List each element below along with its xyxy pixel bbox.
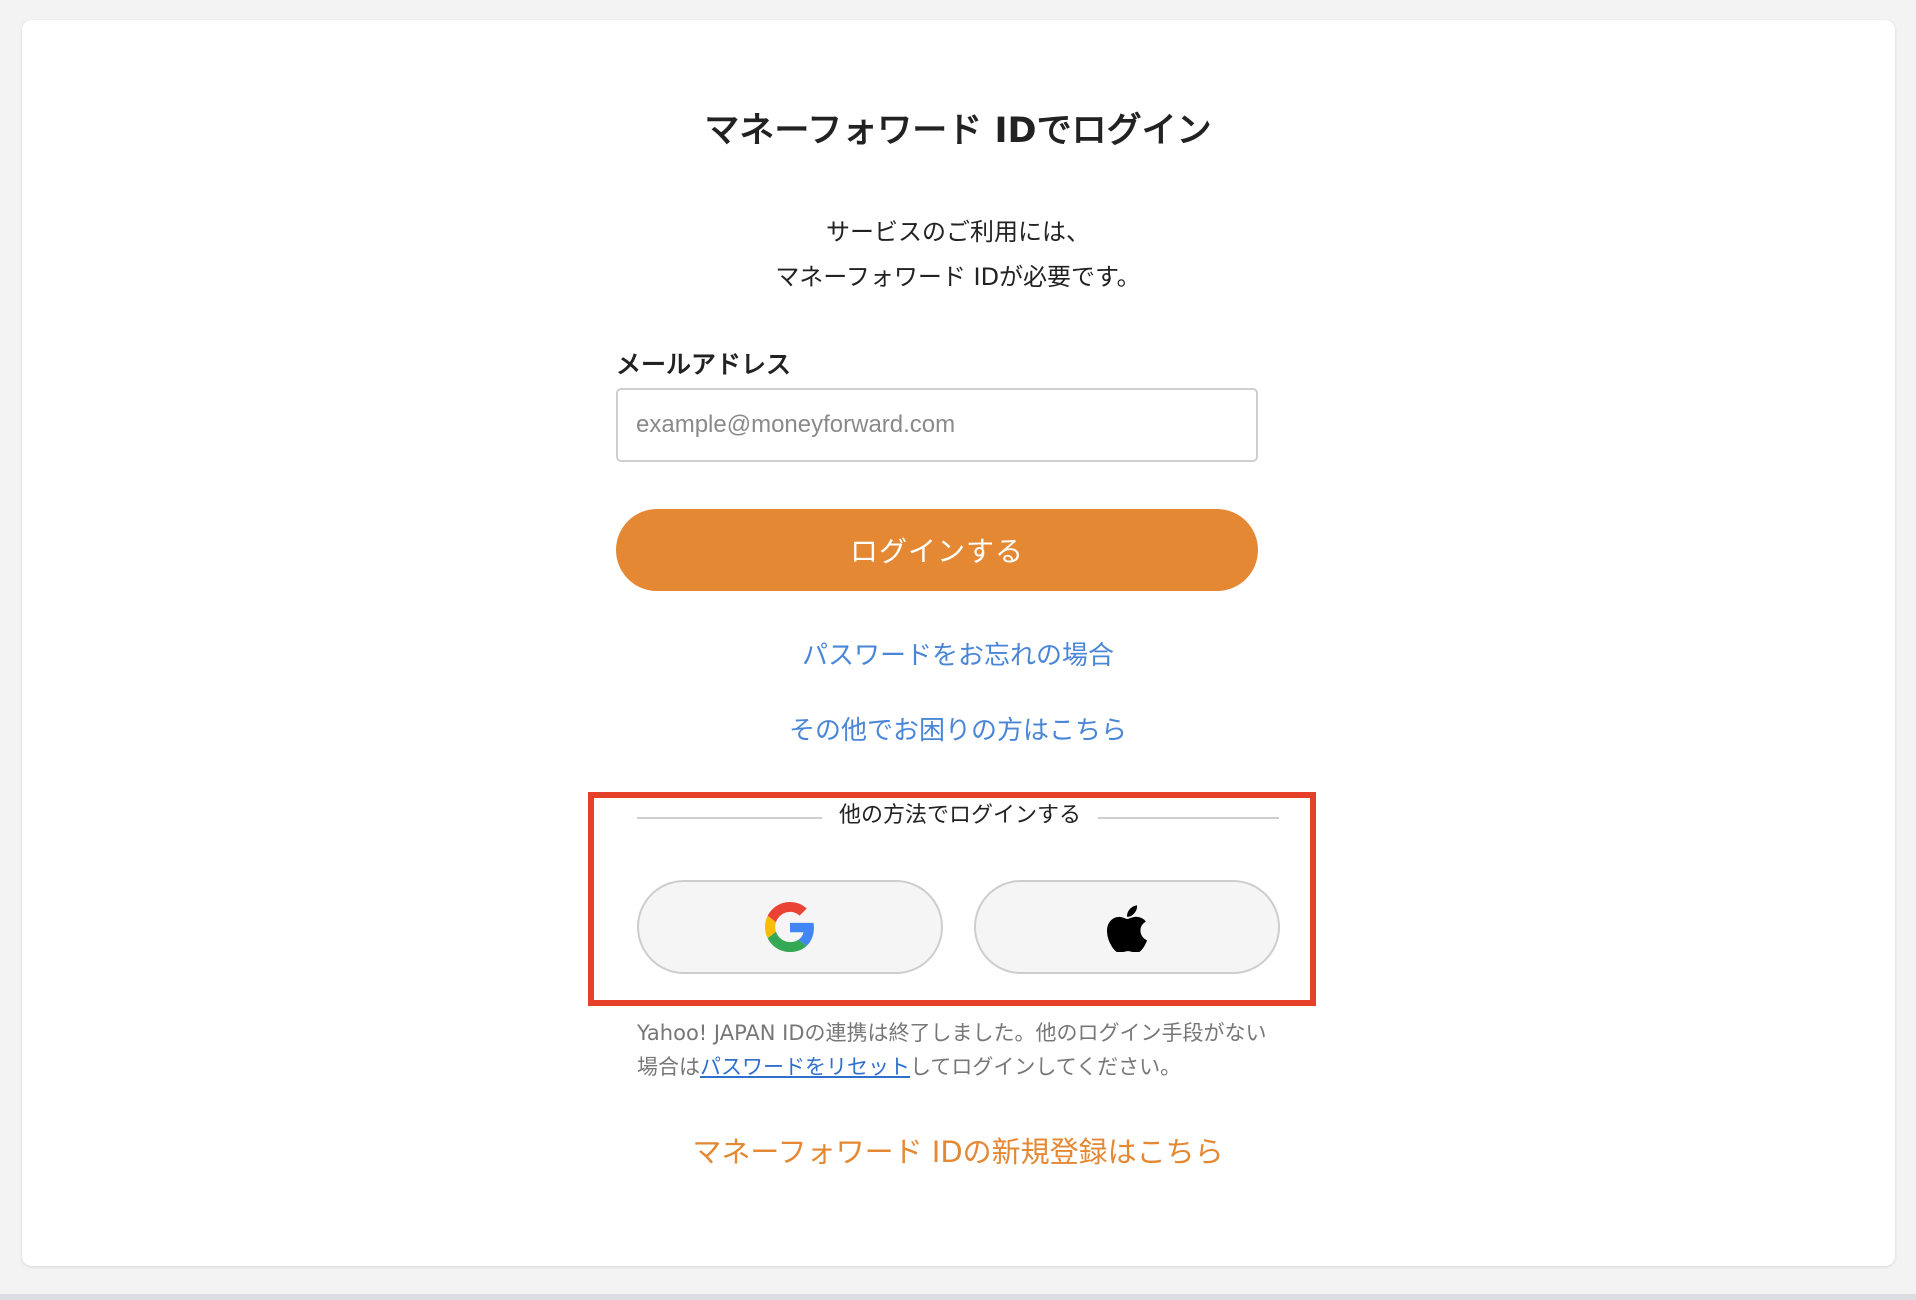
intro-text: サービスのご利用には、 マネーフォワード IDが必要です。 — [0, 210, 1916, 300]
login-button[interactable]: ログインする — [616, 509, 1258, 591]
register-link[interactable]: マネーフォワード IDの新規登録はこちら — [692, 1135, 1223, 1169]
reset-password-link[interactable]: パスワードをリセット — [700, 1055, 910, 1079]
forgot-password-row: パスワードをお忘れの場合 — [0, 638, 1916, 674]
highlight-box — [588, 792, 1316, 1006]
forgot-password-link[interactable]: パスワードをお忘れの場合 — [802, 641, 1114, 671]
email-label: メールアドレス — [616, 350, 792, 379]
other-trouble-row: その他でお困りの方はこちら — [0, 713, 1916, 749]
intro-line-1: サービスのご利用には、 — [826, 218, 1090, 246]
yahoo-notice-text-after: してログインしてください。 — [910, 1055, 1182, 1079]
register-row: マネーフォワード IDの新規登録はこちら — [0, 1132, 1916, 1172]
other-trouble-link[interactable]: その他でお困りの方はこちら — [789, 716, 1127, 746]
page-title: マネーフォワード IDでログイン — [704, 111, 1212, 151]
intro-line-2: マネーフォワード IDが必要です。 — [775, 263, 1141, 291]
yahoo-notice: Yahoo! JAPAN IDの連携は終了しました。他のログイン手段がない場合は… — [637, 1016, 1277, 1084]
bottom-strip — [0, 1294, 1916, 1300]
email-input[interactable] — [616, 388, 1258, 462]
